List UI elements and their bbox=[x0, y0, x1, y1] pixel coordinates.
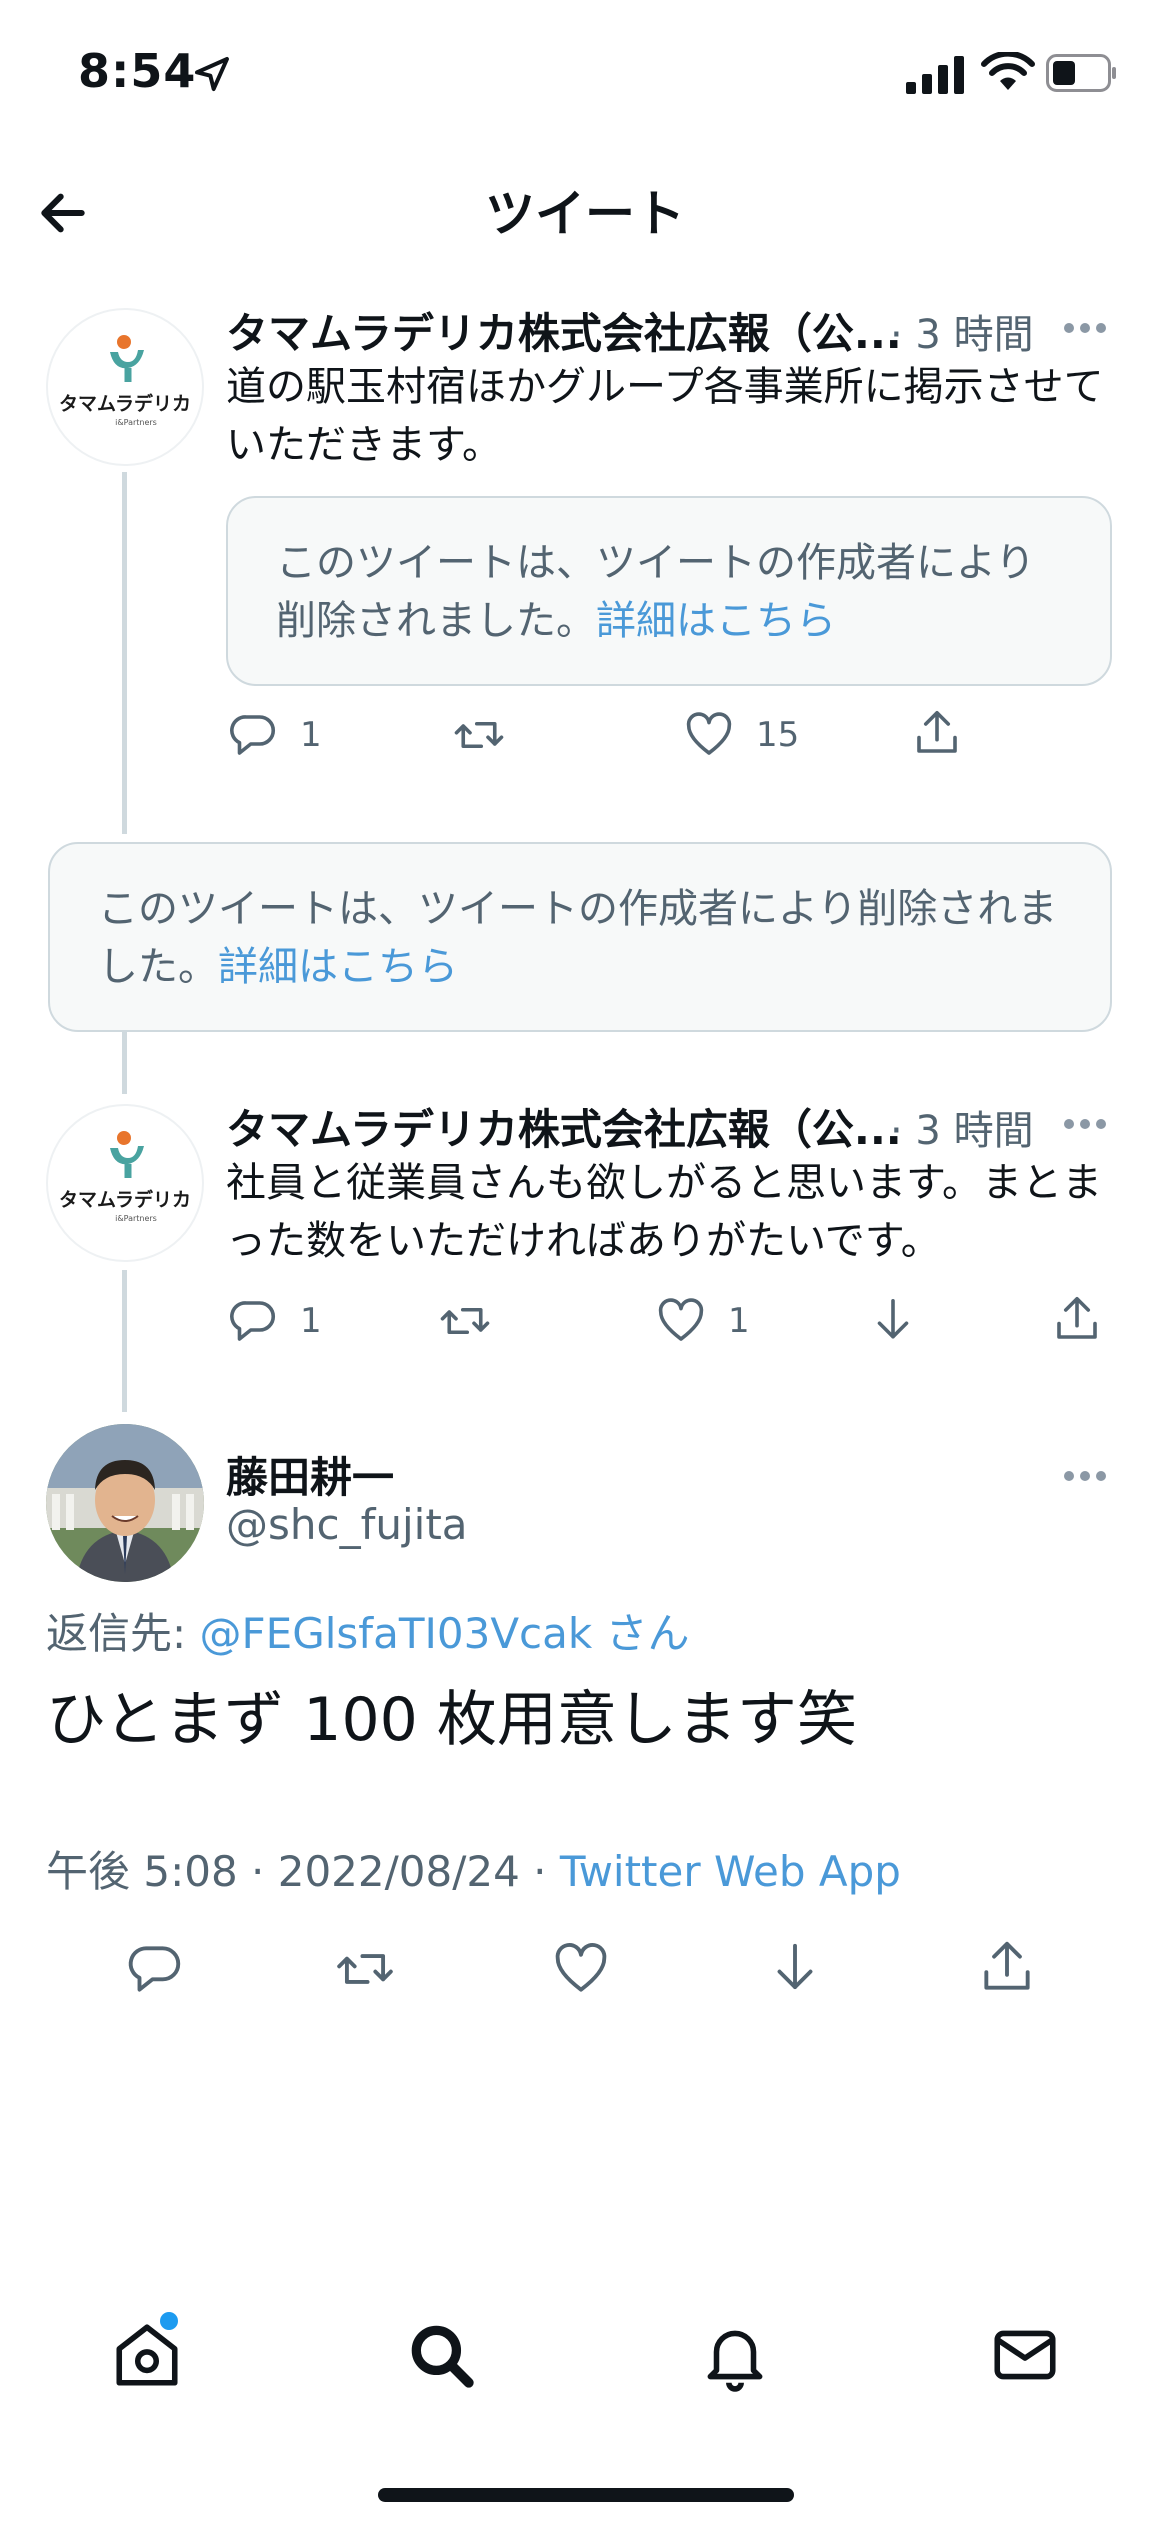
page-title: ツイート bbox=[485, 185, 685, 243]
like-count: 15 bbox=[756, 715, 800, 755]
tweet-text: 社員と従業員さんも欲しがると思います。まとまった数をいただければありがたいです。 bbox=[226, 1160, 1102, 1264]
more-options-button[interactable] bbox=[1064, 1114, 1118, 1134]
reply-button[interactable] bbox=[124, 1938, 186, 2000]
tweet-timestamp: 午後 5:08 · 2022/08/24 · bbox=[46, 1847, 547, 1896]
tab-home[interactable] bbox=[110, 2312, 184, 2396]
retweet-icon bbox=[337, 1954, 393, 1984]
main-tweet-text: ひとまず 100 枚用意します笑 bbox=[46, 1685, 857, 1755]
notifications-icon bbox=[707, 2330, 763, 2392]
svg-text:i&Partners: i&Partners bbox=[115, 418, 157, 427]
reply-icon bbox=[128, 1946, 181, 1992]
cellular-signal-icon bbox=[906, 56, 964, 94]
reply-icon bbox=[230, 1301, 276, 1341]
tamamura-delica-logo: タマムラデリカ i&Partners bbox=[59, 1131, 191, 1223]
reply-to-line: 返信先: @FEGlsfaTI03Vcak さん bbox=[46, 1600, 690, 1661]
share-icon bbox=[1057, 1296, 1097, 1339]
battery-icon bbox=[1046, 54, 1116, 92]
reply-to-label: 返信先: bbox=[46, 1609, 187, 1658]
thread-line bbox=[122, 472, 127, 834]
learn-more-link[interactable]: 詳細はこちら bbox=[218, 944, 458, 990]
share-button[interactable] bbox=[976, 1936, 1038, 1998]
svg-text:i&Partners: i&Partners bbox=[115, 1214, 157, 1223]
retweet-button[interactable] bbox=[438, 1294, 492, 1348]
thread-line bbox=[122, 1270, 127, 1412]
share-button[interactable] bbox=[910, 706, 964, 760]
author-name[interactable]: 藤田耕一 bbox=[226, 1444, 394, 1505]
avatar[interactable] bbox=[46, 1424, 204, 1582]
arrow-down-icon bbox=[877, 1298, 909, 1339]
more-options-button[interactable] bbox=[1064, 1466, 1118, 1486]
like-button[interactable]: 15 bbox=[682, 708, 799, 762]
like-button[interactable] bbox=[550, 1938, 612, 2000]
share-button[interactable] bbox=[1050, 1292, 1104, 1346]
location-arrow-icon bbox=[195, 57, 229, 91]
retweet-button[interactable] bbox=[452, 708, 506, 762]
messages-icon bbox=[994, 2330, 1056, 2380]
tab-search[interactable] bbox=[404, 2318, 478, 2396]
heart-icon bbox=[555, 1943, 607, 1992]
tamamura-delica-logo: タマムラデリカ i&Partners bbox=[59, 335, 191, 427]
author-name[interactable]: タマムラデリカ株式会社広報（公... bbox=[226, 1096, 906, 1157]
wifi-icon bbox=[981, 52, 1035, 90]
reply-button[interactable]: 1 bbox=[226, 708, 322, 762]
thread-line bbox=[122, 1032, 127, 1094]
tab-messages[interactable] bbox=[988, 2318, 1062, 2396]
tweet-timestamp-line: 午後 5:08 · 2022/08/24 · Twitter Web App bbox=[46, 1838, 901, 1899]
learn-more-link[interactable]: 詳細はこちら bbox=[596, 598, 836, 644]
arrow-down-icon bbox=[777, 1943, 813, 1990]
heart-icon bbox=[658, 1298, 704, 1341]
author-name[interactable]: タマムラデリカ株式会社広報（公... bbox=[226, 300, 906, 361]
svg-text:タマムラデリカ: タマムラデリカ bbox=[59, 1188, 191, 1211]
avatar[interactable]: タマムラデリカ i&Partners bbox=[46, 308, 204, 466]
source-link[interactable]: Twitter Web App bbox=[560, 1847, 901, 1896]
user-photo bbox=[46, 1424, 204, 1582]
reply-count: 1 bbox=[300, 715, 322, 755]
quoted-tweet-deleted[interactable]: このツイートは、ツイートの作成者により削除されました。詳細はこちら bbox=[226, 496, 1112, 686]
like-count: 1 bbox=[728, 1301, 750, 1341]
tweet-text: 道の駅玉村宿ほかグループ各事業所に掲示させていただきます。 bbox=[226, 364, 1104, 468]
more-options-button[interactable] bbox=[1064, 318, 1118, 338]
deleted-tweet[interactable]: このツイートは、ツイートの作成者により削除されました。詳細はこちら bbox=[48, 842, 1112, 1032]
like-button[interactable]: 1 bbox=[654, 1294, 750, 1348]
status-time: 8:54 bbox=[78, 44, 197, 98]
avatar[interactable]: タマムラデリカ i&Partners bbox=[46, 1104, 204, 1262]
home-indicator[interactable] bbox=[378, 2488, 794, 2502]
share-icon bbox=[984, 1941, 1030, 1990]
svg-text:タマムラデリカ: タマムラデリカ bbox=[59, 392, 191, 415]
reply-button[interactable]: 1 bbox=[226, 1294, 322, 1348]
bookmark-button[interactable] bbox=[866, 1294, 920, 1348]
share-icon bbox=[917, 710, 957, 753]
reply-to-user-link[interactable]: @FEGlsfaTI03Vcak さん bbox=[200, 1609, 690, 1658]
retweet-icon bbox=[440, 1307, 490, 1335]
reply-count: 1 bbox=[300, 1301, 322, 1341]
notification-dot bbox=[160, 2312, 178, 2330]
retweet-button[interactable] bbox=[334, 1938, 396, 2000]
heart-icon bbox=[686, 712, 732, 755]
bookmark-button[interactable] bbox=[764, 1938, 826, 2000]
tab-notifications[interactable] bbox=[698, 2318, 772, 2396]
retweet-icon bbox=[454, 721, 504, 749]
tweet-time[interactable]: · 3 時間 bbox=[890, 1098, 1034, 1156]
tweet-time[interactable]: · 3 時間 bbox=[890, 302, 1034, 360]
reply-icon bbox=[230, 715, 276, 755]
search-icon bbox=[411, 2325, 474, 2388]
author-handle[interactable]: @shc_fujita bbox=[226, 1500, 468, 1549]
